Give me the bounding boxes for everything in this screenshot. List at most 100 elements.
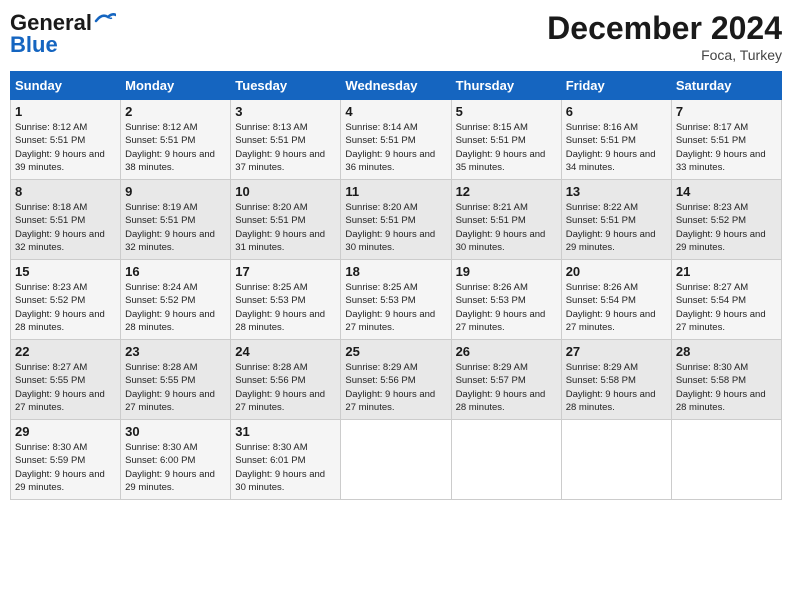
calendar-cell: 14 Sunrise: 8:23 AMSunset: 5:52 PMDayligh… [671, 180, 781, 260]
day-number: 21 [676, 264, 777, 279]
calendar-cell: 15 Sunrise: 8:23 AMSunset: 5:52 PMDayligh… [11, 260, 121, 340]
day-number: 25 [345, 344, 446, 359]
calendar-week-1: 1Sunrise: 8:12 AMSunset: 5:51 PMDaylight… [11, 100, 782, 180]
day-info: Sunrise: 8:15 AMSunset: 5:51 PMDaylight:… [456, 121, 557, 174]
day-info: Sunrise: 8:21 AMSunset: 5:51 PMDaylight:… [456, 201, 557, 254]
calendar-cell [451, 420, 561, 500]
day-number: 18 [345, 264, 446, 279]
calendar-cell: 18 Sunrise: 8:25 AMSunset: 5:53 PMDayligh… [341, 260, 451, 340]
day-info: Sunrise: 8:23 AMSunset: 5:52 PMDaylight:… [15, 281, 116, 334]
day-info: Sunrise: 8:17 AMSunset: 5:51 PMDaylight:… [676, 121, 777, 174]
calendar-cell: 16 Sunrise: 8:24 AMSunset: 5:52 PMDayligh… [121, 260, 231, 340]
day-info: Sunrise: 8:28 AMSunset: 5:56 PMDaylight:… [235, 361, 336, 414]
day-number: 12 [456, 184, 557, 199]
logo: General Blue [10, 10, 116, 58]
day-number: 24 [235, 344, 336, 359]
day-info: Sunrise: 8:26 AMSunset: 5:54 PMDaylight:… [566, 281, 667, 334]
calendar-week-2: 8Sunrise: 8:18 AMSunset: 5:51 PMDaylight… [11, 180, 782, 260]
calendar-cell: 7Sunrise: 8:17 AMSunset: 5:51 PMDaylight… [671, 100, 781, 180]
day-number: 3 [235, 104, 336, 119]
calendar-cell: 31 Sunrise: 8:30 AMSunset: 6:01 PMDayligh… [231, 420, 341, 500]
calendar-cell: 26 Sunrise: 8:29 AMSunset: 5:57 PMDayligh… [451, 340, 561, 420]
title-area: December 2024 Foca, Turkey [547, 10, 782, 63]
day-number: 15 [15, 264, 116, 279]
day-info: Sunrise: 8:24 AMSunset: 5:52 PMDaylight:… [125, 281, 226, 334]
day-number: 16 [125, 264, 226, 279]
day-number: 20 [566, 264, 667, 279]
weekday-saturday: Saturday [671, 72, 781, 100]
weekday-wednesday: Wednesday [341, 72, 451, 100]
calendar-cell: 23Sunrise: 8:28 AMSunset: 5:55 PMDayligh… [121, 340, 231, 420]
day-number: 26 [456, 344, 557, 359]
day-info: Sunrise: 8:27 AMSunset: 5:55 PMDaylight:… [15, 361, 116, 414]
day-info: Sunrise: 8:27 AMSunset: 5:54 PMDaylight:… [676, 281, 777, 334]
logo-blue: Blue [10, 32, 58, 58]
calendar-cell: 17Sunrise: 8:25 AMSunset: 5:53 PMDayligh… [231, 260, 341, 340]
location: Foca, Turkey [547, 47, 782, 63]
calendar-cell: 20 Sunrise: 8:26 AMSunset: 5:54 PMDayligh… [561, 260, 671, 340]
weekday-monday: Monday [121, 72, 231, 100]
day-info: Sunrise: 8:13 AMSunset: 5:51 PMDaylight:… [235, 121, 336, 174]
day-number: 28 [676, 344, 777, 359]
weekday-header-row: SundayMondayTuesdayWednesdayThursdayFrid… [11, 72, 782, 100]
day-info: Sunrise: 8:30 AMSunset: 5:58 PMDaylight:… [676, 361, 777, 414]
calendar-cell: 8Sunrise: 8:18 AMSunset: 5:51 PMDaylight… [11, 180, 121, 260]
calendar-week-4: 22 Sunrise: 8:27 AMSunset: 5:55 PMDayligh… [11, 340, 782, 420]
day-number: 13 [566, 184, 667, 199]
day-number: 6 [566, 104, 667, 119]
calendar-cell: 4 Sunrise: 8:14 AMSunset: 5:51 PMDaylight… [341, 100, 451, 180]
day-info: Sunrise: 8:30 AMSunset: 6:01 PMDaylight:… [235, 441, 336, 494]
day-info: Sunrise: 8:28 AMSunset: 5:55 PMDaylight:… [125, 361, 226, 414]
day-number: 14 [676, 184, 777, 199]
day-info: Sunrise: 8:23 AMSunset: 5:52 PMDaylight:… [676, 201, 777, 254]
calendar-cell [671, 420, 781, 500]
calendar-cell: 2 Sunrise: 8:12 AMSunset: 5:51 PMDaylight… [121, 100, 231, 180]
calendar-cell: 22 Sunrise: 8:27 AMSunset: 5:55 PMDayligh… [11, 340, 121, 420]
day-number: 27 [566, 344, 667, 359]
day-info: Sunrise: 8:29 AMSunset: 5:58 PMDaylight:… [566, 361, 667, 414]
weekday-thursday: Thursday [451, 72, 561, 100]
day-info: Sunrise: 8:20 AMSunset: 5:51 PMDaylight:… [235, 201, 336, 254]
calendar-cell: 24 Sunrise: 8:28 AMSunset: 5:56 PMDayligh… [231, 340, 341, 420]
calendar-cell: 1Sunrise: 8:12 AMSunset: 5:51 PMDaylight… [11, 100, 121, 180]
calendar-cell [561, 420, 671, 500]
calendar-cell: 29Sunrise: 8:30 AMSunset: 5:59 PMDayligh… [11, 420, 121, 500]
day-info: Sunrise: 8:12 AMSunset: 5:51 PMDaylight:… [125, 121, 226, 174]
month-title: December 2024 [547, 10, 782, 47]
calendar-cell: 6Sunrise: 8:16 AMSunset: 5:51 PMDaylight… [561, 100, 671, 180]
day-number: 5 [456, 104, 557, 119]
day-info: Sunrise: 8:26 AMSunset: 5:53 PMDaylight:… [456, 281, 557, 334]
calendar-cell: 28 Sunrise: 8:30 AMSunset: 5:58 PMDayligh… [671, 340, 781, 420]
day-number: 4 [345, 104, 446, 119]
weekday-friday: Friday [561, 72, 671, 100]
day-number: 29 [15, 424, 116, 439]
logo-bird-icon [94, 11, 116, 27]
day-number: 22 [15, 344, 116, 359]
calendar-cell: 25 Sunrise: 8:29 AMSunset: 5:56 PMDayligh… [341, 340, 451, 420]
day-number: 17 [235, 264, 336, 279]
calendar-cell: 11Sunrise: 8:20 AMSunset: 5:51 PMDayligh… [341, 180, 451, 260]
page-header: General Blue December 2024 Foca, Turkey [10, 10, 782, 63]
day-info: Sunrise: 8:22 AMSunset: 5:51 PMDaylight:… [566, 201, 667, 254]
day-number: 31 [235, 424, 336, 439]
calendar-cell: 3 Sunrise: 8:13 AMSunset: 5:51 PMDaylight… [231, 100, 341, 180]
calendar-table: SundayMondayTuesdayWednesdayThursdayFrid… [10, 71, 782, 500]
day-number: 2 [125, 104, 226, 119]
calendar-body: 1Sunrise: 8:12 AMSunset: 5:51 PMDaylight… [11, 100, 782, 500]
day-info: Sunrise: 8:12 AMSunset: 5:51 PMDaylight:… [15, 121, 116, 174]
calendar-cell: 19Sunrise: 8:26 AMSunset: 5:53 PMDayligh… [451, 260, 561, 340]
day-info: Sunrise: 8:14 AMSunset: 5:51 PMDaylight:… [345, 121, 446, 174]
day-number: 10 [235, 184, 336, 199]
day-info: Sunrise: 8:30 AMSunset: 6:00 PMDaylight:… [125, 441, 226, 494]
day-number: 11 [345, 184, 446, 199]
day-info: Sunrise: 8:29 AMSunset: 5:57 PMDaylight:… [456, 361, 557, 414]
calendar-cell: 12 Sunrise: 8:21 AMSunset: 5:51 PMDayligh… [451, 180, 561, 260]
weekday-sunday: Sunday [11, 72, 121, 100]
calendar-cell: 21 Sunrise: 8:27 AMSunset: 5:54 PMDayligh… [671, 260, 781, 340]
calendar-week-3: 15 Sunrise: 8:23 AMSunset: 5:52 PMDayligh… [11, 260, 782, 340]
calendar-cell: 27 Sunrise: 8:29 AMSunset: 5:58 PMDayligh… [561, 340, 671, 420]
day-info: Sunrise: 8:29 AMSunset: 5:56 PMDaylight:… [345, 361, 446, 414]
calendar-cell: 13 Sunrise: 8:22 AMSunset: 5:51 PMDayligh… [561, 180, 671, 260]
calendar-cell: 10 Sunrise: 8:20 AMSunset: 5:51 PMDayligh… [231, 180, 341, 260]
day-info: Sunrise: 8:25 AMSunset: 5:53 PMDaylight:… [345, 281, 446, 334]
